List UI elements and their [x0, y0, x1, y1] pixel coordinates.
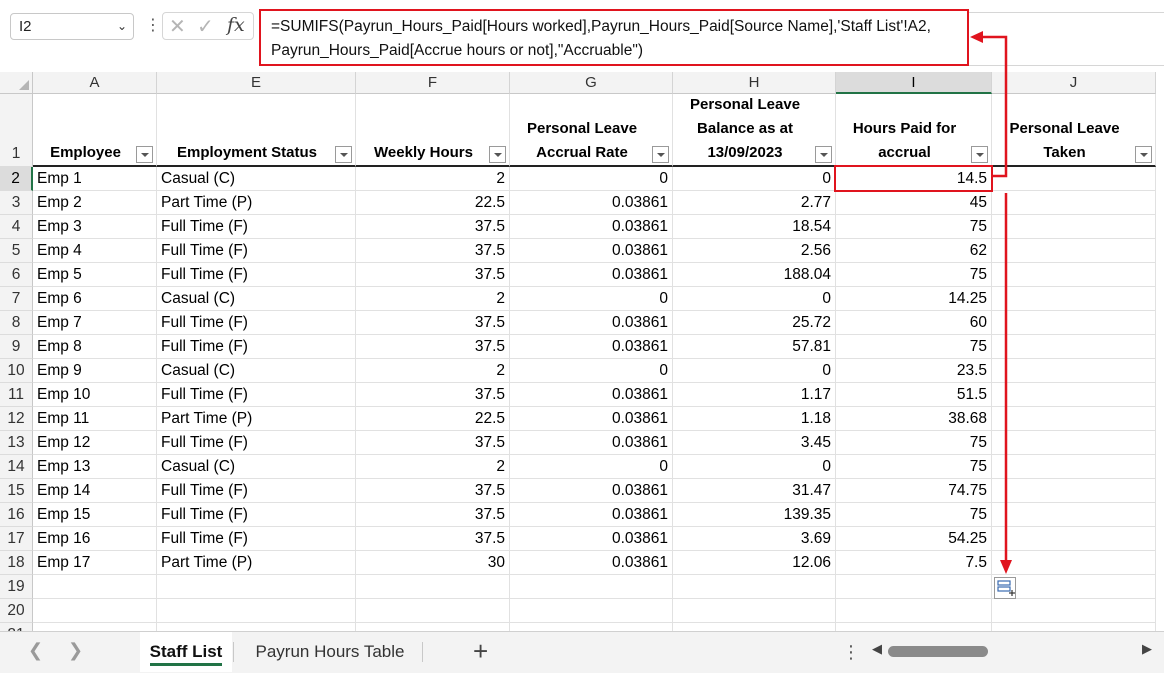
scroll-left-icon[interactable]: ◀ — [872, 641, 882, 657]
arrow-to-formula — [981, 35, 1008, 178]
more-options-icon[interactable]: ⋮ — [842, 642, 860, 663]
tab-label: Staff List — [149, 642, 223, 661]
tab-payrun-hours-table[interactable]: Payrun Hours Table — [244, 632, 416, 672]
scrollbar-thumb[interactable] — [888, 646, 988, 657]
chevron-right-icon[interactable]: ❯ — [68, 640, 83, 661]
annotation-arrows — [970, 31, 1012, 574]
arrow-head-left — [970, 31, 983, 43]
tab-label: Payrun Hours Table — [255, 642, 405, 661]
scroll-right-icon[interactable]: ▶ — [1142, 641, 1152, 657]
chevron-left-icon[interactable]: ❮ — [28, 640, 43, 661]
sheet-tab-bar: ❮ ❯ Staff List Payrun Hours Table + ⋮ ◀ … — [0, 631, 1164, 673]
horizontal-scrollbar[interactable]: ◀ ▶ — [868, 640, 1158, 664]
add-sheet-icon[interactable]: + — [473, 636, 488, 667]
active-tab-indicator — [150, 663, 222, 666]
arrow-head-down — [1000, 560, 1012, 574]
tab-staff-list[interactable]: Staff List — [140, 632, 232, 672]
